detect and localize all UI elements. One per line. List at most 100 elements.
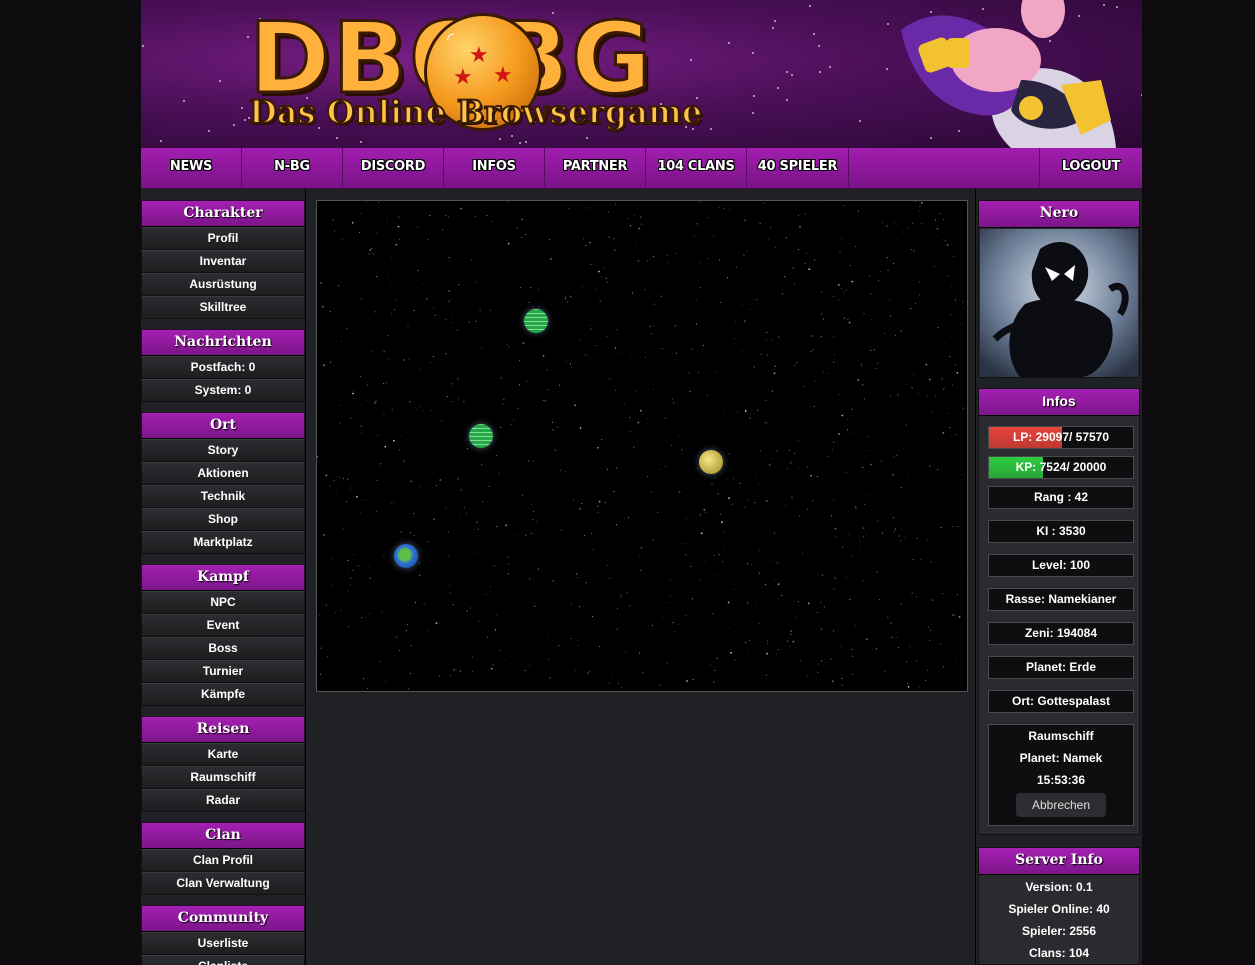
- menu-item-kaempfe[interactable]: Kämpfe: [141, 683, 305, 706]
- nav-clans[interactable]: 104 CLANS: [646, 148, 747, 189]
- star: [730, 651, 732, 654]
- star: [585, 582, 587, 584]
- star: [573, 500, 575, 501]
- menu-item-event[interactable]: Event: [141, 614, 305, 637]
- star: [516, 227, 518, 229]
- player-avatar[interactable]: [980, 229, 1138, 377]
- star: [438, 675, 440, 677]
- star: [821, 660, 823, 662]
- star: [778, 598, 780, 600]
- star: [534, 605, 536, 607]
- menu-item-boss[interactable]: Boss: [141, 637, 305, 660]
- star: [395, 299, 397, 301]
- star: [942, 593, 944, 594]
- menu-item-profil[interactable]: Profil: [141, 227, 305, 250]
- star: [529, 665, 531, 667]
- menu-item-aktionen[interactable]: Aktionen: [141, 462, 305, 485]
- star: [616, 628, 618, 630]
- star: [752, 111, 755, 114]
- menu-item-clan-profil[interactable]: Clan Profil: [141, 849, 305, 872]
- menu-item-karte[interactable]: Karte: [141, 743, 305, 766]
- cancel-travel-button[interactable]: Abbrechen: [1016, 793, 1106, 817]
- star: [522, 494, 524, 496]
- menu-item-npc[interactable]: NPC: [141, 591, 305, 614]
- star: [601, 439, 603, 441]
- star: [915, 302, 916, 304]
- star: [817, 476, 819, 477]
- star: [514, 535, 516, 536]
- star: [507, 242, 510, 245]
- star: [821, 291, 823, 293]
- star: [781, 293, 783, 295]
- menu-nachrichten: Nachrichten Postfach: 0 System: 0: [141, 329, 305, 402]
- menu-item-system[interactable]: System: 0: [141, 379, 305, 402]
- star: [510, 424, 512, 426]
- menu-item-marktplatz[interactable]: Marktplatz: [141, 531, 305, 554]
- menu-item-shop[interactable]: Shop: [141, 508, 305, 531]
- menu-ort: Ort Story Aktionen Technik Shop Marktpla…: [141, 412, 305, 554]
- star: [851, 280, 854, 283]
- planet-yellow[interactable]: [699, 450, 723, 474]
- nav-spieler[interactable]: 40 SPIELER: [747, 148, 849, 189]
- menu-item-technik[interactable]: Technik: [141, 485, 305, 508]
- menu-item-story[interactable]: Story: [141, 439, 305, 462]
- star: [735, 320, 737, 322]
- star: [729, 208, 731, 210]
- star: [727, 627, 729, 629]
- star: [756, 450, 757, 452]
- star: [639, 409, 642, 412]
- star: [727, 601, 730, 604]
- star: [896, 454, 898, 456]
- star: [398, 216, 400, 218]
- star: [496, 526, 498, 527]
- star: [367, 687, 368, 689]
- star: [666, 662, 668, 664]
- star: [798, 249, 800, 250]
- nav-discord[interactable]: DISCORD: [343, 148, 444, 189]
- star: [670, 579, 672, 581]
- nav-infos[interactable]: INFOS: [444, 148, 545, 189]
- nav-partner[interactable]: PARTNER: [545, 148, 646, 189]
- star: [848, 321, 851, 324]
- star: [613, 491, 615, 492]
- star: [773, 372, 776, 375]
- planet-earth[interactable]: [394, 544, 418, 568]
- planet-green-1[interactable]: [524, 309, 548, 333]
- menu-item-turnier[interactable]: Turnier: [141, 660, 305, 683]
- menu-item-radar[interactable]: Radar: [141, 789, 305, 812]
- menu-item-ausruestung[interactable]: Ausrüstung: [141, 273, 305, 296]
- star: [591, 415, 593, 417]
- star: [598, 270, 600, 273]
- menu-item-userliste[interactable]: Userliste: [141, 932, 305, 955]
- star: [617, 608, 619, 610]
- nav-news[interactable]: NEWS: [141, 148, 242, 189]
- star: [597, 446, 599, 449]
- star: [941, 378, 943, 380]
- star: [368, 253, 371, 255]
- lp-bar: LP: 29097/ 57570: [988, 426, 1134, 449]
- star: [810, 335, 813, 337]
- star: [772, 26, 775, 29]
- star: [390, 284, 392, 286]
- star: [465, 512, 467, 514]
- menu-item-postfach[interactable]: Postfach: 0: [141, 356, 305, 379]
- menu-item-raumschiff[interactable]: Raumschiff: [141, 766, 305, 789]
- menu-item-clanliste[interactable]: Clanliste: [141, 955, 305, 965]
- menu-item-clan-verwaltung[interactable]: Clan Verwaltung: [141, 872, 305, 895]
- star: [806, 675, 808, 677]
- nav-n-bg[interactable]: N-BG: [242, 148, 343, 189]
- star: [505, 524, 507, 527]
- star: [588, 207, 590, 209]
- server-clans: Clans: 104: [1028, 946, 1090, 960]
- star: [476, 552, 478, 553]
- planet-green-2[interactable]: [469, 424, 493, 448]
- menu-item-skilltree[interactable]: Skilltree: [141, 296, 305, 319]
- star: [620, 596, 622, 598]
- star: [952, 255, 954, 257]
- star: [624, 626, 626, 628]
- star: [719, 207, 721, 209]
- star: [631, 292, 633, 294]
- nav-logout[interactable]: LOGOUT: [1039, 148, 1142, 189]
- star: [240, 107, 243, 110]
- menu-item-inventar[interactable]: Inventar: [141, 250, 305, 273]
